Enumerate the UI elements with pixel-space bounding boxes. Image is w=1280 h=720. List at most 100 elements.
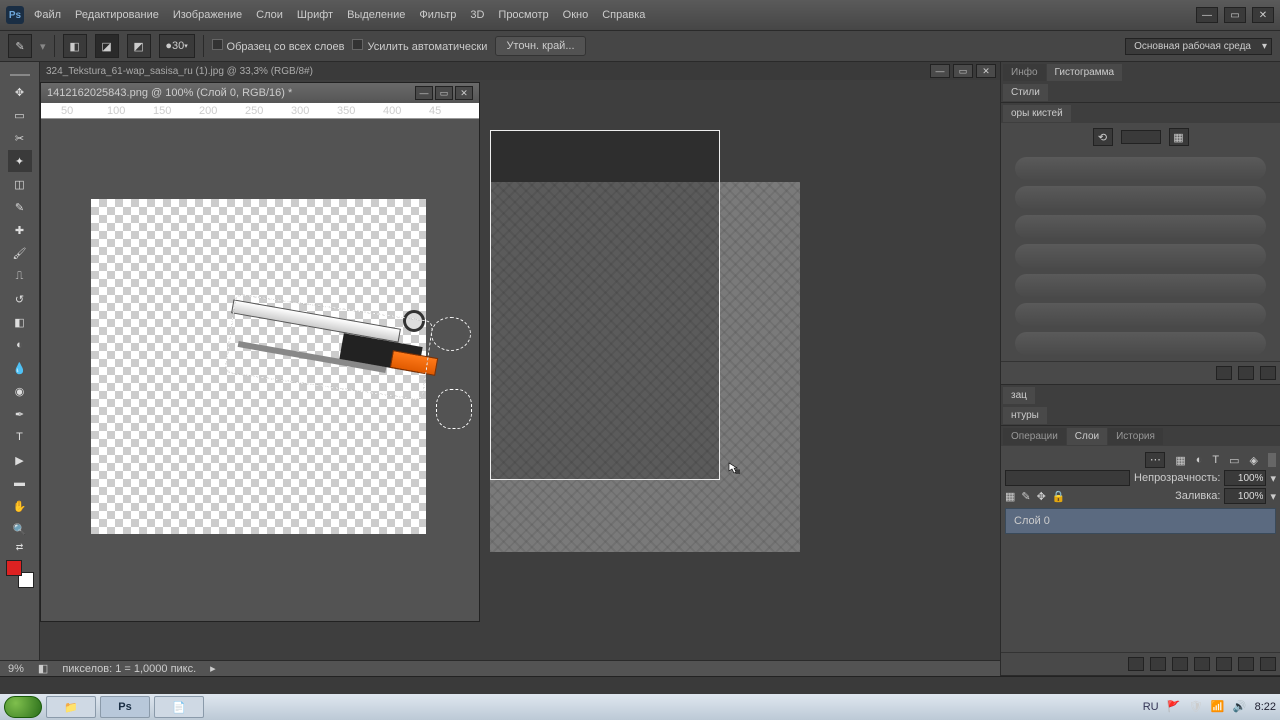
tab-history[interactable]: История [1108,428,1163,445]
zoom-tool[interactable]: 🔍 [8,518,32,540]
taskbar-photoshop[interactable]: Ps [100,696,150,718]
fill-input[interactable] [1224,488,1266,504]
color-swatches[interactable] [6,560,34,588]
blend-mode-dropdown[interactable] [1005,470,1130,486]
brush-preset[interactable] [1015,332,1266,355]
status-arrow-icon[interactable]: ▸ [210,662,216,675]
brush-preset[interactable] [1015,186,1266,209]
refine-edge-button[interactable]: Уточн. край... [495,36,585,56]
filter-shape-icon[interactable]: ▭ [1229,454,1239,467]
toggle-brush-panel-icon[interactable]: ▦ [1169,128,1189,146]
docwin-maximize-button[interactable]: ▭ [435,86,453,100]
blur-tool[interactable]: 💧 [8,357,32,379]
tab-paragraph[interactable]: зац [1003,387,1035,404]
marquee-tool[interactable]: ▭ [8,104,32,126]
healing-tool[interactable]: ✚ [8,219,32,241]
delete-preset-icon[interactable] [1260,366,1276,380]
opacity-stepper-icon[interactable]: ▾ [1270,472,1276,485]
brush-preset[interactable] [1015,244,1266,267]
quick-select-tool[interactable]: ✦ [8,150,32,172]
layer-item[interactable]: Слой 0 [1005,508,1276,534]
menu-3d[interactable]: 3D [470,9,484,21]
lasso-tool[interactable]: ✂ [8,127,32,149]
tab-paths[interactable]: нтуры [1003,407,1047,424]
brush-preset[interactable] [1015,157,1266,180]
link-layers-icon[interactable] [1128,657,1144,671]
tool-preset-icon[interactable]: ✎ [8,34,32,58]
front-canvas[interactable] [41,119,479,621]
tab-layers[interactable]: Слои [1067,428,1107,445]
menu-image[interactable]: Изображение [173,9,242,21]
stamp-tool[interactable]: ⎍ [8,265,32,287]
sample-all-layers[interactable]: Образец со всех слоев [212,39,345,53]
eraser-tool[interactable]: ◧ [8,311,32,333]
menu-type[interactable]: Шрифт [297,9,333,21]
subtract-selection-icon[interactable]: ◩ [127,34,151,58]
tab-histogram[interactable]: Гистограмма [1047,64,1123,81]
brush-presets-list[interactable] [1001,151,1280,361]
tray-flag-icon[interactable]: 🚩 [1167,700,1181,714]
tray-network-icon[interactable]: 📶 [1211,700,1225,714]
status-doc-icon[interactable]: ◧ [38,662,48,675]
delete-layer-icon[interactable] [1260,657,1276,671]
type-tool[interactable]: T [8,426,32,448]
brush-tool[interactable]: 🖌 [8,242,32,264]
doc-close-button[interactable]: ✕ [976,64,996,78]
menu-filter[interactable]: Фильтр [419,9,456,21]
lock-pixels-icon[interactable]: ▦ [1005,490,1015,503]
layer-fx-icon[interactable] [1150,657,1166,671]
filter-pixel-icon[interactable]: ▦ [1175,454,1185,467]
menu-file[interactable]: Файл [34,9,61,21]
document-tab-bg[interactable]: 324_Tekstura_61-wap_sasisa_ru (1).jpg @ … [46,66,313,77]
new-selection-icon[interactable]: ◧ [63,34,87,58]
docwin-minimize-button[interactable]: — [415,86,433,100]
layer-filter-dropdown[interactable]: ⋯ [1145,452,1165,468]
add-selection-icon[interactable]: ◪ [95,34,119,58]
menu-view[interactable]: Просмотр [498,9,548,21]
menu-edit[interactable]: Редактирование [75,9,159,21]
shape-tool[interactable]: ▬ [8,472,32,494]
brush-preset[interactable] [1015,215,1266,238]
tab-actions[interactable]: Операции [1003,428,1066,445]
filter-adjust-icon[interactable]: ◐ [1196,454,1203,466]
taskbar-explorer[interactable]: 📁 [46,696,96,718]
filter-toggle[interactable] [1268,453,1276,467]
tray-shield-icon[interactable]: 🛡 [1189,700,1203,714]
doc-minimize-button[interactable]: — [930,64,950,78]
brush-size-slider[interactable] [1121,130,1161,144]
brush-size[interactable]: ●30▾ [159,34,195,58]
menu-layers[interactable]: Слои [256,9,283,21]
new-preset-icon[interactable] [1238,366,1254,380]
eyedropper-tool[interactable]: ✎ [8,196,32,218]
menu-window[interactable]: Окно [563,9,589,21]
hand-tool[interactable]: ✋ [8,495,32,517]
preset-options-icon[interactable] [1216,366,1232,380]
tray-lang[interactable]: RU [1143,701,1159,713]
taskbar-notepad[interactable]: 📄 [154,696,204,718]
tab-brush-presets[interactable]: оры кистей [1003,105,1071,122]
filter-type-icon[interactable]: T [1212,454,1219,466]
doc-restore-button[interactable]: ▭ [953,64,973,78]
reset-brush-icon[interactable]: ⟲ [1093,128,1113,146]
lock-icons[interactable]: ▦ ✎ ✥ 🔒 [1005,490,1066,503]
front-document-window[interactable]: 1412162025843.png @ 100% (Слой 0, RGB/16… [40,82,480,622]
zoom-level[interactable]: 9% [8,663,24,675]
minimize-button[interactable]: — [1196,7,1218,23]
new-layer-icon[interactable] [1238,657,1254,671]
close-button[interactable]: ✕ [1252,7,1274,23]
move-tool[interactable]: ✥ [8,81,32,103]
tray-time[interactable]: 8:22 [1255,701,1276,713]
fill-stepper-icon[interactable]: ▾ [1270,490,1276,503]
adjustment-layer-icon[interactable] [1194,657,1210,671]
path-select-tool[interactable]: ▶ [8,449,32,471]
layer-mask-icon[interactable] [1172,657,1188,671]
swap-colors-icon[interactable]: ⇄ [8,541,32,553]
gradient-tool[interactable]: ◐ [8,334,32,356]
menu-select[interactable]: Выделение [347,9,405,21]
brush-preset[interactable] [1015,303,1266,326]
crop-tool[interactable]: ◫ [8,173,32,195]
lock-all-icon[interactable]: 🔒 [1052,490,1066,503]
lock-position-icon[interactable]: ✥ [1037,490,1046,503]
brush-preset[interactable] [1015,274,1266,297]
lock-brush-icon[interactable]: ✎ [1021,490,1030,503]
